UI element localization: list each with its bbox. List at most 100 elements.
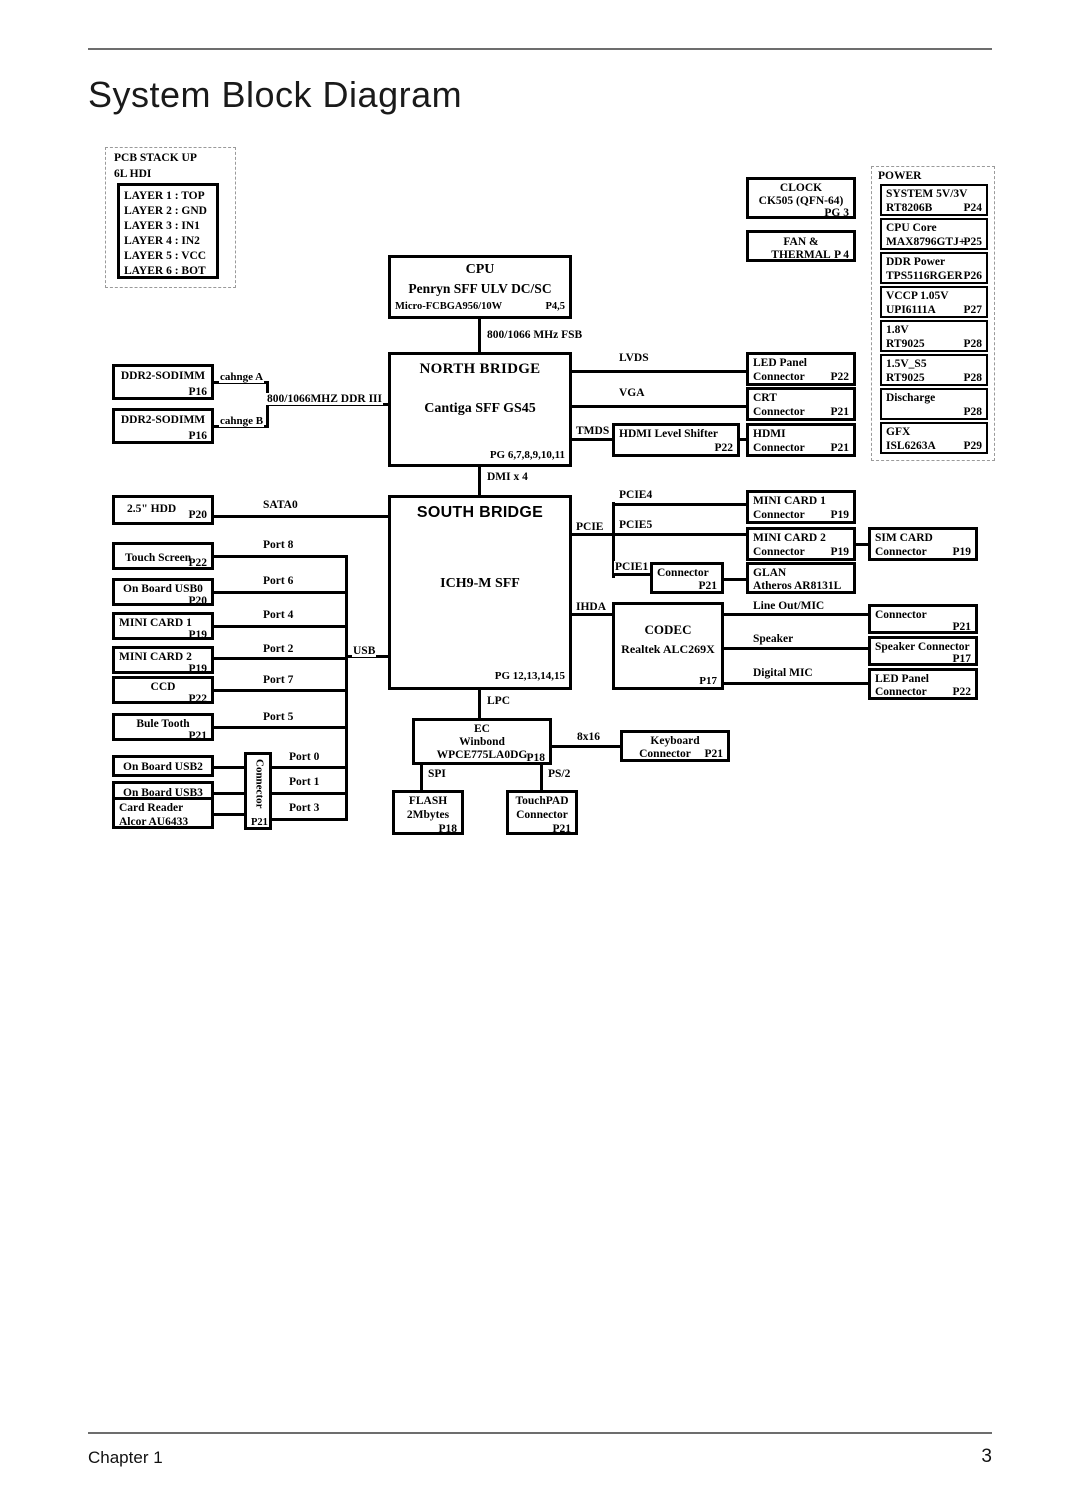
hdmi-connector-block: HDMI Connector P21 [746, 423, 856, 457]
keyboard-line [552, 745, 622, 749]
led-panel-line1: LED Panel [753, 357, 807, 369]
fan-thermal-page: P 4 [833, 249, 849, 261]
power-rail-name: SYSTEM 5V/3V [886, 188, 968, 200]
power-rail-1v5-s5: 1.5V_S5 RT9025 P28 [880, 354, 988, 386]
sata0-line [214, 515, 388, 519]
usb-port2-line [214, 657, 348, 661]
power-rail-page: P28 [963, 338, 982, 350]
usb-port0-label: Port 0 [288, 751, 321, 763]
channel-a-label: cahnge A [219, 371, 265, 383]
power-rail-page: P28 [963, 406, 982, 418]
usb-port4-line [214, 625, 348, 629]
ddr2-sodimm-a-block: DDR2-SODIMM P16 [112, 364, 214, 400]
flash-block: FLASH 2Mbytes P18 [392, 790, 464, 835]
pcb-stack-heading-1: PCB STACK UP [113, 152, 198, 164]
flash-page: P18 [438, 823, 457, 835]
touchpad-page: P21 [552, 823, 571, 835]
north-bridge-block: NORTH BRIDGE Cantiga SFF GS45 PG 6,7,8,9… [388, 352, 572, 467]
pcie4-line [612, 503, 746, 507]
ps2-line [540, 765, 544, 792]
usb2-to-connector-line [214, 766, 244, 770]
crt-line1: CRT [753, 392, 777, 404]
footer-chapter: Chapter 1 [88, 1448, 163, 1467]
hdmi-connector-page: P21 [830, 442, 849, 454]
power-rail-name: DDR Power [886, 256, 946, 268]
touchpad-line1: TouchPAD [515, 795, 569, 807]
usb-port2-label: Port 2 [262, 643, 295, 655]
pcie5-line [612, 533, 746, 537]
cpu-title: CPU [465, 262, 495, 277]
power-rail-page: P25 [963, 236, 982, 248]
document-page: System Block Diagram PCB STACK UP 6L HDI… [0, 0, 1080, 1512]
usb-port1-label: Port 1 [288, 776, 321, 788]
hdd-block: 2.5" HDD P20 [112, 495, 214, 525]
keyboard-line1: Keyboard [650, 735, 700, 747]
power-rail-page: P27 [963, 304, 982, 316]
ps2-label: PS/2 [547, 768, 572, 780]
usb-bus-label: USB [352, 645, 377, 657]
usb-connector-block: Connector P21 [244, 752, 272, 830]
mini-card-1-line1: MINI CARD 1 [753, 495, 826, 507]
glan-block: GLAN Atheros AR8131L [746, 562, 856, 594]
ec-title: EC [474, 723, 490, 735]
south-bridge-page: PG 12,13,14,15 [494, 670, 565, 682]
pcie4-label: PCIE4 [618, 489, 654, 501]
keyboard-connector-block: Keyboard Connector P21 [620, 730, 730, 762]
usb-device-page: P22 [188, 557, 207, 569]
north-bridge-page: PG 6,7,8,9,10,11 [489, 449, 565, 461]
south-bridge-model: ICH9-M SFF [440, 576, 520, 591]
tmds-line [572, 438, 612, 442]
power-rail-gfx: GFX ISL6263A P29 [880, 422, 988, 454]
ddr2-sodimm-a-name: DDR2-SODIMM [120, 370, 206, 382]
power-rail-cpu-core: CPU Core MAX8796GTJ+ P25 [880, 218, 988, 250]
power-rail-name: Discharge [886, 392, 936, 404]
led-panel-connector-block: LED Panel Connector P22 [746, 352, 856, 386]
speaker-label: Speaker [752, 633, 795, 645]
system-block-diagram: PCB STACK UP 6L HDI LAYER 1 : TOP LAYER … [0, 0, 1080, 1512]
usb-port8-line [214, 555, 348, 559]
usb-port6-line [214, 591, 348, 595]
north-bridge-model: Cantiga SFF GS45 [424, 401, 536, 416]
dmic-line1: LED Panel [875, 673, 929, 685]
power-rail-page: P28 [963, 372, 982, 384]
ihda-line [572, 613, 612, 617]
ddr2-sodimm-a-page: P16 [188, 386, 207, 398]
lpc-line [478, 690, 482, 718]
usb-device-bluetooth: Bule Tooth P21 [112, 713, 214, 741]
speaker-line [724, 647, 870, 651]
hdd-page: P20 [188, 509, 207, 521]
usb-device-page: P20 [188, 595, 207, 606]
usb-device-onboard-usb2: On Board USB2 [112, 755, 214, 777]
mini-card-2-connector-block: MINI CARD 2 Connector P19 [746, 527, 856, 561]
cpu-model: Penryn SFF ULV DC/SC [408, 281, 552, 296]
tmds-label: TMDS [575, 425, 611, 437]
ihda-label: IHDA [575, 601, 608, 613]
lvds-label: LVDS [618, 352, 650, 364]
pcb-layer-box: LAYER 1 : TOP LAYER 2 : GND LAYER 3 : IN… [117, 183, 219, 279]
pcb-layer-3: LAYER 3 : IN1 [124, 220, 200, 232]
led-panel-page: P22 [830, 371, 849, 383]
hdmi-level-shifter-page: P22 [714, 442, 733, 454]
pcb-stack-heading-2: 6L HDI [113, 168, 153, 180]
keyboard-page: P21 [704, 748, 723, 760]
usb-port3-line [272, 818, 348, 822]
north-bridge-title: NORTH BRIDGE [419, 361, 541, 377]
power-rail-page: P24 [963, 202, 982, 214]
lan-connector-line1: Connector [657, 567, 709, 579]
usb-port8-label: Port 8 [262, 539, 295, 551]
codec-title: CODEC [644, 622, 692, 637]
power-rail-page: P26 [963, 270, 982, 282]
power-rail-name: CPU Core [886, 222, 937, 234]
usb-device-card-reader: Card Reader Alcor AU6433 [112, 797, 214, 829]
usb-device-page: P19 [188, 629, 207, 640]
mini-card-2-line1: MINI CARD 2 [753, 532, 826, 544]
south-bridge-title: SOUTH BRIDGE [416, 504, 544, 521]
power-rail-name: 1.8V [886, 324, 909, 336]
usb-port7-line [214, 689, 348, 693]
usb-device-page: P21 [188, 730, 207, 741]
fsb-label: 800/1066 MHz FSB [486, 329, 584, 341]
vga-line [572, 405, 748, 409]
usb-device-mini-card-2: MINI CARD 2 P19 [112, 646, 214, 674]
usb-port7-label: Port 7 [262, 674, 295, 686]
power-rail-system: SYSTEM 5V/3V RT8206B P24 [880, 184, 988, 216]
